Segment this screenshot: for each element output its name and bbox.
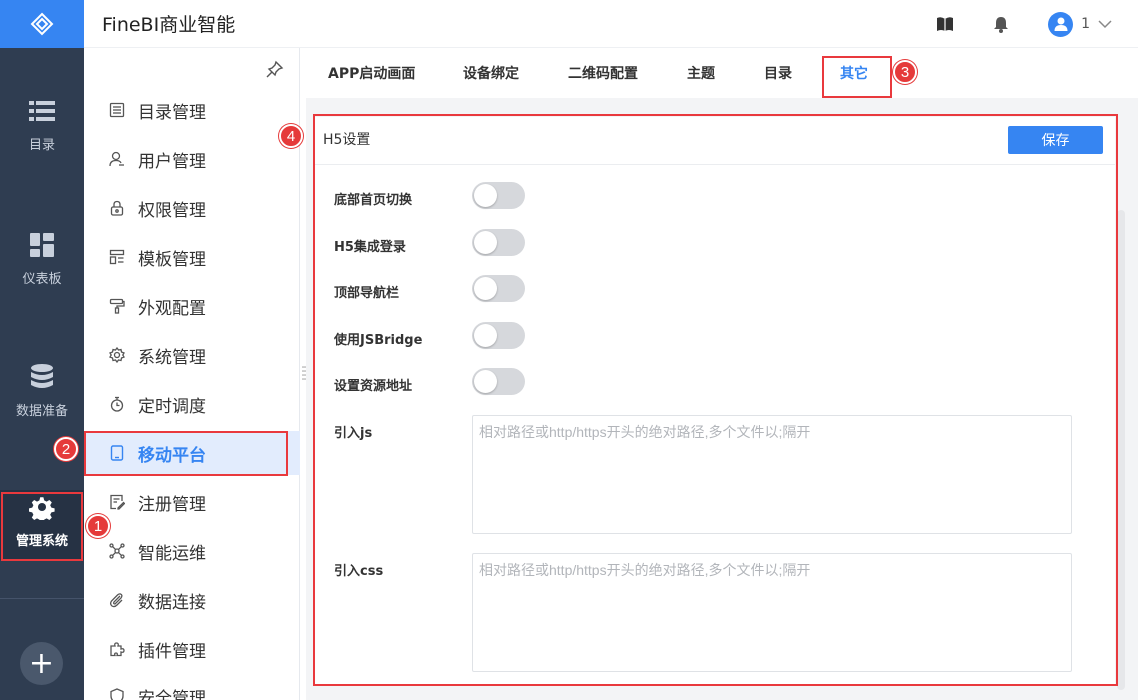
rail-item-catalog[interactable]: 目录 (0, 98, 84, 153)
annotation-badge-4: 4 (279, 124, 303, 148)
app-title: FineBI商业智能 (102, 14, 236, 36)
sidebar-item-plugin-mgmt[interactable]: 插件管理 (84, 627, 300, 671)
annotation-box-mobile (84, 431, 288, 476)
annotation-badge-2: 2 (54, 437, 78, 461)
sidebar-item-scheduler[interactable]: 定时调度 (84, 382, 300, 426)
catalog-icon (108, 101, 126, 119)
sidebar-item-label: 模板管理 (138, 249, 206, 270)
sidebar-item-security-mgmt[interactable]: 安全管理 (84, 674, 300, 700)
app-logo[interactable] (0, 0, 84, 48)
rail-item-label: 仪表板 (22, 272, 62, 287)
sidebar-item-label: 目录管理 (138, 102, 206, 123)
list-icon (29, 98, 55, 124)
left-rail: 目录 仪表板 数据准备 管理系统 + (0, 0, 84, 700)
sidebar-item-appearance[interactable]: 外观配置 (84, 284, 300, 328)
sidebar-item-smart-ops[interactable]: 智能运维 (84, 529, 300, 573)
annotation-box-other-tab (822, 56, 892, 98)
tab-qrcode-config[interactable]: 二维码配置 (568, 48, 638, 98)
tab-theme[interactable]: 主题 (687, 48, 715, 98)
user-icon (108, 150, 126, 168)
chevron-down-icon[interactable] (1098, 19, 1112, 29)
book-icon[interactable] (936, 15, 954, 33)
rail-item-label: 目录 (28, 138, 55, 153)
sidebar-item-template-mgmt[interactable]: 模板管理 (84, 235, 300, 279)
sidebar-item-label: 智能运维 (138, 543, 206, 564)
sidebar-item-label: 定时调度 (138, 396, 206, 417)
avatar[interactable] (1048, 11, 1074, 37)
shield-icon (108, 687, 126, 700)
dashboard-icon (29, 232, 55, 258)
top-header: FineBI商业智能 1 (84, 0, 1138, 48)
rail-item-label: 数据准备 (15, 404, 68, 419)
annotation-badge-1: 1 (86, 514, 110, 538)
mobile-settings-tabs: APP启动画面 设备绑定 二维码配置 主题 目录 其它 (306, 48, 1138, 98)
annotation-box-h5-panel (313, 114, 1118, 686)
app-window: 目录 仪表板 数据准备 管理系统 + FineBI商业智能 1 目录管理 用户管… (0, 0, 1138, 700)
settings-icon (108, 346, 126, 364)
paint-roller-icon (108, 297, 126, 315)
sidebar-item-label: 数据连接 (138, 592, 206, 613)
timer-icon (108, 395, 126, 413)
plus-icon: + (28, 646, 55, 681)
annotation-box-admin (1, 492, 83, 561)
sidebar-item-label: 用户管理 (138, 151, 206, 172)
add-button[interactable]: + (20, 642, 63, 685)
sidebar-item-label: 系统管理 (138, 347, 206, 368)
database-icon (29, 364, 55, 390)
rail-divider (0, 598, 84, 599)
bell-icon[interactable] (992, 15, 1010, 33)
paperclip-icon (108, 591, 126, 609)
rail-item-data-prep[interactable]: 数据准备 (0, 364, 84, 419)
sidebar-item-registration[interactable]: 注册管理 (84, 480, 300, 524)
rail-item-dashboard[interactable]: 仪表板 (0, 232, 84, 287)
content-scrollbar[interactable] (1117, 210, 1125, 690)
admin-sidebar: 目录管理 用户管理 权限管理 模板管理 外观配置 系统管理 定时调度 移动平台 (84, 48, 300, 700)
register-icon (108, 493, 126, 511)
annotation-badge-3: 3 (893, 60, 917, 84)
sidebar-item-label: 外观配置 (138, 298, 206, 319)
user-avatar-icon (1054, 17, 1068, 31)
logo-icon (30, 12, 54, 36)
sidebar-item-data-connection[interactable]: 数据连接 (84, 578, 300, 622)
sidebar-item-permission-mgmt[interactable]: 权限管理 (84, 186, 300, 230)
pin-icon[interactable] (266, 60, 284, 78)
header-actions: 1 (936, 0, 1138, 48)
sidebar-item-catalog-mgmt[interactable]: 目录管理 (84, 88, 300, 132)
sidebar-item-user-mgmt[interactable]: 用户管理 (84, 137, 300, 181)
sidebar-item-system-mgmt[interactable]: 系统管理 (84, 333, 300, 377)
tab-catalog[interactable]: 目录 (764, 48, 792, 98)
sidebar-item-label: 权限管理 (138, 200, 206, 221)
sidebar-item-label: 安全管理 (138, 688, 206, 700)
tab-app-splash[interactable]: APP启动画面 (328, 48, 415, 98)
user-name[interactable]: 1 (1081, 16, 1090, 32)
puzzle-icon (108, 640, 126, 658)
sidebar-item-label: 插件管理 (138, 641, 206, 662)
tab-device-binding[interactable]: 设备绑定 (463, 48, 519, 98)
network-icon (108, 542, 126, 560)
template-icon (108, 248, 126, 266)
sidebar-item-label: 注册管理 (138, 494, 206, 515)
lock-icon (108, 199, 126, 217)
